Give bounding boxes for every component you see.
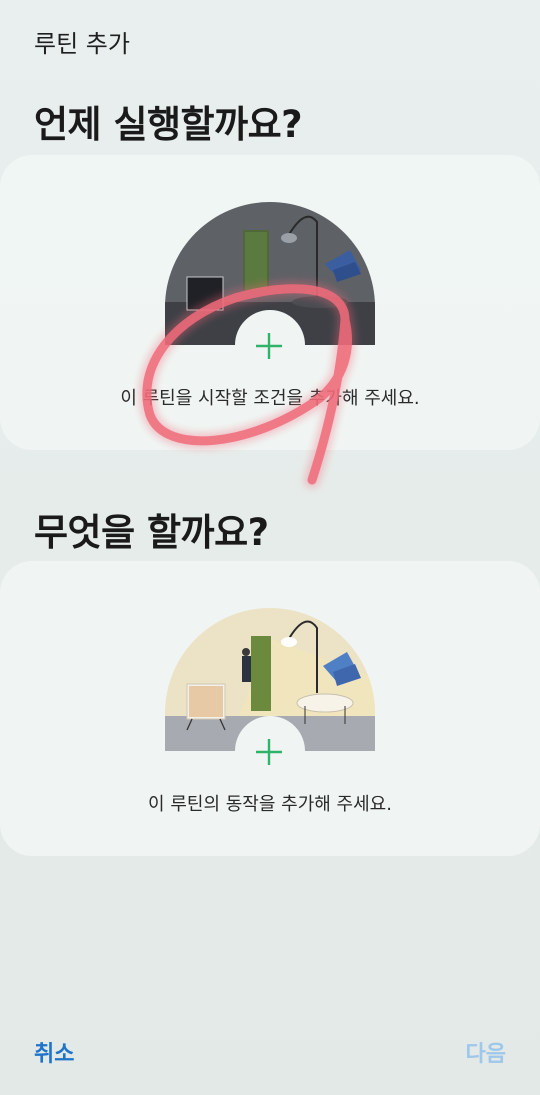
what-card[interactable]: 이 루틴의 동작을 추가해 주세요. [0, 561, 540, 856]
page-title: 루틴 추가 [34, 30, 130, 58]
next-button[interactable]: 다음 [466, 1036, 506, 1068]
add-action-plus-icon[interactable] [252, 735, 286, 769]
when-card[interactable]: 이 루틴을 시작할 조건을 추가해 주세요. [0, 155, 540, 450]
bright-room-illustration [165, 608, 375, 751]
when-caption: 이 루틴을 시작할 조건을 추가해 주세요. [120, 388, 420, 409]
what-caption: 이 루틴의 동작을 추가해 주세요. [148, 794, 392, 815]
what-heading: 무엇을 할까요? [34, 511, 269, 554]
evening-room-illustration [165, 202, 375, 345]
cancel-button[interactable]: 취소 [34, 1036, 74, 1068]
add-trigger-plus-icon[interactable] [252, 329, 286, 363]
when-heading: 언제 실행할까요? [34, 103, 303, 146]
